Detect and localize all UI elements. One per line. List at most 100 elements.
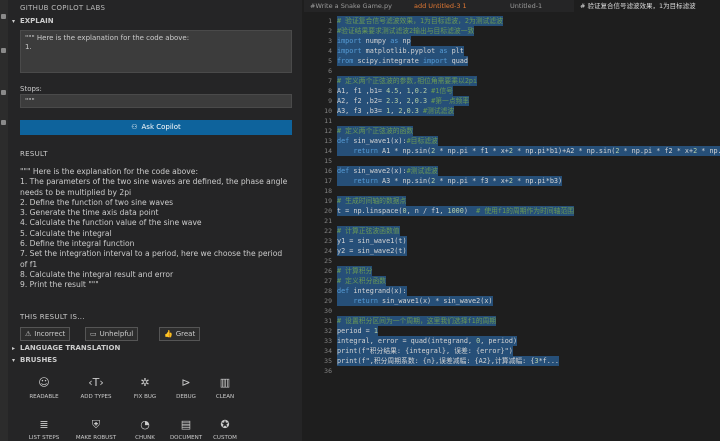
code-line[interactable]: def integrand(x): [337,286,407,296]
code-line[interactable]: A2, f2 ,b2= 2.3, 2,0.3 #第一点频率 [337,96,470,106]
tab-active-file[interactable]: # 验证复合信号滤波效果，1为目标滤波 [574,0,720,12]
make-robust-brush[interactable]: MAKE ROBUST [68,435,124,441]
tab-snake-game[interactable]: #Write a Snake Game.py [304,0,404,12]
code-line[interactable]: return A1 * np.sin(2 * np.pi * f1 * x+2 … [337,146,720,156]
readable-brush[interactable]: READABLE [16,394,72,400]
code-line[interactable]: import numpy as np [337,36,411,46]
copilot-labs-panel: GITHUB COPILOT LABS ▾ EXPLAIN """ Here is… [8,0,302,441]
incorrect-button[interactable]: ⚠ Incorrect [20,327,71,341]
result-text: """ Here is the explanation for the code… [20,167,288,290]
custom-brush[interactable]: CUSTOM [197,435,253,441]
add-types-icon[interactable]: ‹T› [76,376,116,389]
line-number: 17 [324,177,332,185]
bug-icon[interactable]: ✲ [125,376,165,389]
document-icon[interactable]: ▤ [166,418,206,431]
unhelpful-button[interactable]: ▭ Unhelpful [85,327,139,341]
language-translation-header[interactable]: ▸ LANGUAGE TRANSLATION [12,344,120,352]
debug-icon[interactable]: ⊳ [166,376,206,389]
line-number: 10 [324,107,332,115]
chevron-down-icon: ▾ [12,18,16,25]
chevron-down-icon: ▾ [12,357,16,364]
code-line[interactable]: # 计算正弦波函数值 [337,226,400,236]
add-types-brush[interactable]: ADD TYPES [68,394,124,400]
code-line[interactable]: print(f",积分周期系数: {n},误差减幅: {A2},计算减幅: {3… [337,356,560,366]
line-number: 20 [324,207,332,215]
line-number: 7 [328,77,332,85]
line-number: 28 [324,287,332,295]
chevron-right-icon: ▸ [12,345,16,352]
code-line[interactable]: from scipy.integrate import quad [337,56,468,66]
copilot-icon: ⚇ [131,123,138,131]
list-steps-brush[interactable]: LIST STEPS [16,435,72,441]
line-number: 14 [324,147,332,155]
trash-icon[interactable]: ▥ [205,376,245,389]
comment-icon: ▭ [90,330,97,338]
source-control-icon[interactable] [1,90,6,95]
line-number: 25 [324,257,332,265]
ask-copilot-button[interactable]: ⚇ Ask Copilot [20,120,292,135]
line-number: 15 [324,157,332,165]
code-line[interactable]: # 验证复合信号滤波效果，1为目标滤波，2为测试滤波 [337,16,503,26]
line-number: 31 [324,317,332,325]
code-line[interactable]: A1, f1 ,b1= 4.5, 1,0.2 #1信号 [337,86,453,96]
code-line[interactable]: # 设置积分区间为一个周期，这里我们选择f1的周期 [337,316,497,326]
code-line[interactable]: # 定义两个正弦波的参数,相位角需要乘以2pi [337,76,478,86]
this-result-label: THIS RESULT IS... [20,313,85,321]
line-number: 19 [324,197,332,205]
line-number: 12 [324,127,332,135]
readable-icon[interactable]: ☺ [24,376,64,389]
code-line[interactable]: A3, f3 ,b3= 1, 2,0.3 #测试滤波 [337,106,455,116]
list-icon[interactable]: ≣ [24,418,64,431]
code-line[interactable]: #验证结果要求测试滤波2输出与目标滤波一致 [337,26,475,36]
line-number: 33 [324,337,332,345]
code-line[interactable]: t = np.linspace(0, n / f1, 1000) # 使用f1的… [337,206,575,216]
warning-icon: ⚠ [25,330,32,338]
code-line[interactable]: # 计算积分 [337,266,373,276]
code-editor: #Write a Snake Game.py add Untitled-3 1 … [304,0,720,441]
clean-brush[interactable]: CLEAN [197,394,253,400]
line-number: 27 [324,277,332,285]
stops-input[interactable]: """ [20,94,292,108]
code-line[interactable]: return sin_wave1(x) * sin_wave2(x) [337,296,493,306]
custom-icon[interactable]: ✪ [205,418,245,431]
line-number: 11 [324,117,332,125]
code-line[interactable]: # 生成时间轴的数据点 [337,196,407,206]
line-number: 26 [324,267,332,275]
activity-bar [0,0,8,441]
code-line[interactable]: # 定义两个正弦波的函数 [337,126,414,136]
explain-textarea[interactable]: """ Here is the explanation for the code… [20,30,292,73]
panel-title: GITHUB COPILOT LABS [20,4,106,12]
search-icon[interactable] [1,48,6,53]
code-line[interactable]: integral, error = quad(integrand, 0, per… [337,336,518,346]
code-line[interactable]: period = 1 [337,326,378,336]
line-number: 29 [324,297,332,305]
shield-icon[interactable]: ⛨ [76,418,116,432]
line-number: 9 [328,97,332,105]
line-number: 2 [328,27,332,35]
code-line[interactable]: # 定义积分函数 [337,276,386,286]
line-number: 23 [324,237,332,245]
extensions-icon[interactable] [1,120,6,125]
code-line[interactable]: y1 = sin_wave1(t) [337,236,407,246]
code-line[interactable]: y2 = sin_wave2(t) [337,246,407,256]
tab-untitled-1[interactable]: Untitled-1 [504,0,570,12]
editor-tab-bar: #Write a Snake Game.py add Untitled-3 1 … [304,0,720,12]
code-line[interactable]: print(f"积分结果: {integral}, 误差: {error}") [337,346,513,356]
line-number: 34 [324,347,332,355]
great-button[interactable]: 👍 Great [159,327,201,341]
chunk-icon[interactable]: ◔ [125,418,165,431]
brushes-header[interactable]: ▾ BRUSHES [12,356,57,364]
explorer-icon[interactable] [1,14,6,19]
line-number: 36 [324,367,332,375]
line-number: 3 [328,37,332,45]
explain-section-header[interactable]: ▾ EXPLAIN [12,17,54,25]
line-number: 13 [324,137,332,145]
line-number: 8 [328,87,332,95]
code-line[interactable]: return A3 * np.sin(2 * np.pi * f3 * x+2 … [337,176,563,186]
tab-untitled-3[interactable]: add Untitled-3 1 [408,0,500,12]
code-line[interactable]: import matplotlib.pyplot as plt [337,46,464,56]
line-number: 30 [324,307,332,315]
code-line[interactable]: def sin_wave1(x):#目标滤波 [337,136,438,146]
line-number: 4 [328,47,332,55]
code-line[interactable]: def sin_wave2(x):#测试滤波 [337,166,438,176]
